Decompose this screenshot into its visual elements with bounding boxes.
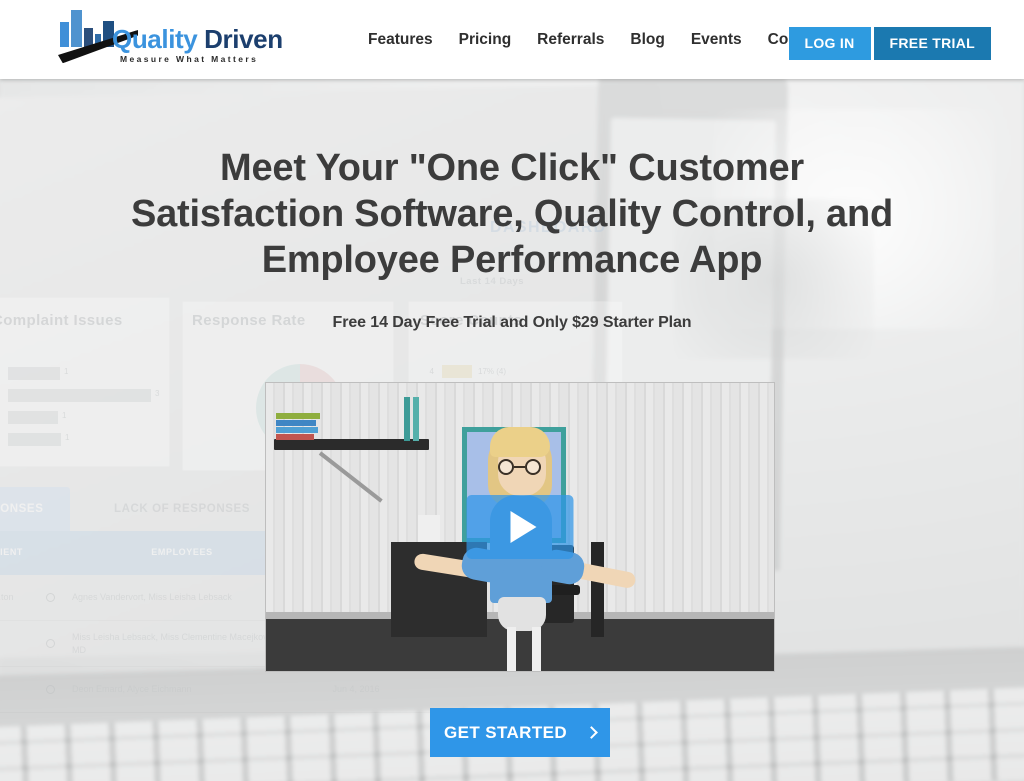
site-logo[interactable]: Quality Driven Measure What Matters — [60, 7, 283, 71]
play-button[interactable] — [466, 495, 574, 559]
free-trial-button[interactable]: FREE TRIAL — [873, 27, 991, 60]
site-header: Quality Driven Measure What Matters Feat… — [0, 0, 1024, 79]
nav-item-pricing[interactable]: Pricing — [446, 0, 525, 79]
nav-item-referrals[interactable]: Referrals — [524, 0, 617, 79]
glasses-icon — [495, 459, 549, 475]
get-started-button[interactable]: GET STARTED — [430, 708, 610, 757]
hero-section: DASHBOARD Last 14 Days Complaint Issues … — [0, 79, 1024, 781]
main-navigation: Features Pricing Referrals Blog Events C… — [355, 0, 863, 79]
logo-word-driven: Driven — [204, 24, 283, 54]
landing-page: Quality Driven Measure What Matters Feat… — [0, 0, 1024, 781]
hero-subheadline: Free 14 Day Free Trial and Only $29 Star… — [332, 314, 692, 331]
play-triangle-icon — [510, 511, 536, 543]
nav-item-features[interactable]: Features — [355, 0, 446, 79]
nav-item-blog[interactable]: Blog — [617, 0, 677, 79]
video-books — [276, 413, 320, 440]
hero-content: Meet Your "One Click" Customer Satisfact… — [0, 79, 1024, 781]
logo-wordmark: Quality Driven — [112, 24, 283, 55]
promo-video-player[interactable] — [265, 382, 775, 672]
get-started-label: GET STARTED — [443, 722, 568, 742]
logo-tagline: Measure What Matters — [120, 54, 259, 64]
video-binders — [404, 397, 426, 441]
chevron-right-icon — [585, 726, 598, 739]
header-actions: LOG IN FREE TRIAL — [788, 27, 991, 60]
logo-word-quality: Quality — [112, 24, 198, 54]
nav-item-events[interactable]: Events — [678, 0, 755, 79]
log-in-button[interactable]: LOG IN — [788, 27, 871, 60]
page-title: Meet Your "One Click" Customer Satisfact… — [130, 147, 894, 281]
